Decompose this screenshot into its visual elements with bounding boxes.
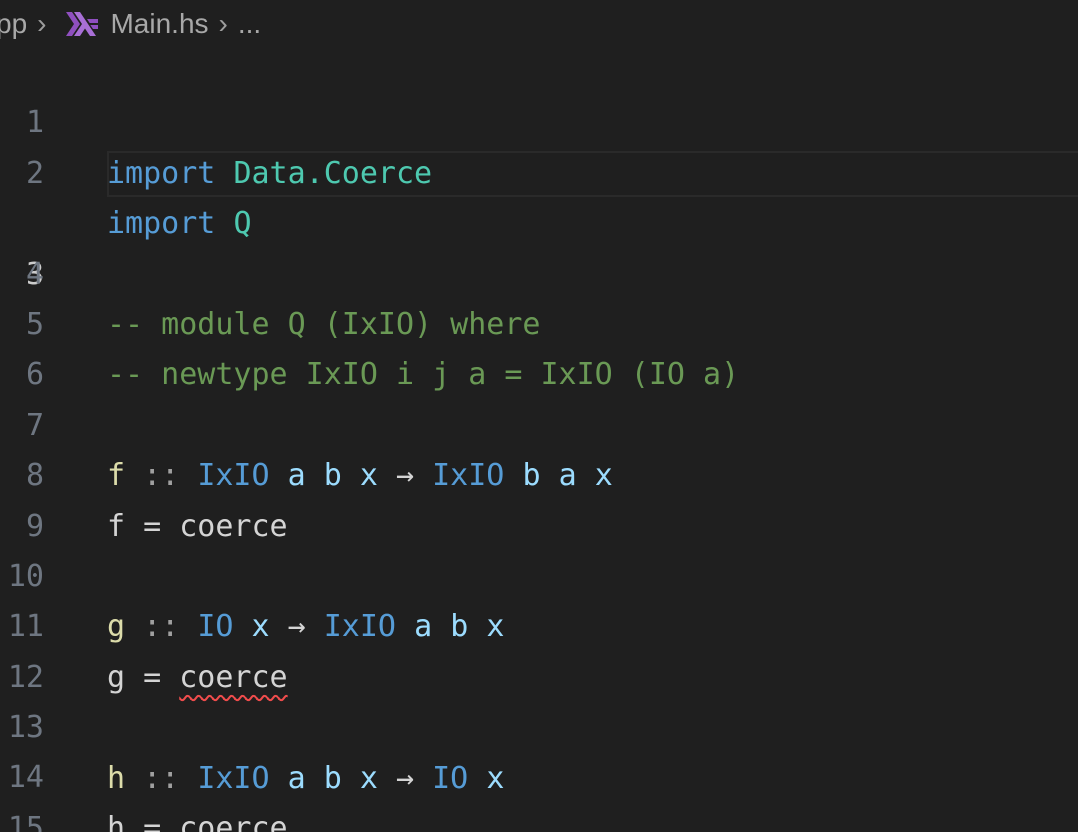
haskell-file-icon — [66, 10, 99, 38]
code-editor[interactable]: pp › Main.hs › ... 1 import Data.Coerce … — [0, 0, 1078, 832]
code-line[interactable]: 11 g = coerce — [0, 552, 1078, 694]
code-line[interactable]: 2 import Q — [0, 98, 1078, 241]
code-line[interactable]: 10 g :: IO x → IxIO a b x — [0, 502, 1078, 644]
chevron-right-icon: › — [37, 8, 47, 39]
code-line-current[interactable]: 3 — [0, 149, 1078, 292]
chevron-right-icon: › — [218, 8, 228, 39]
code-line[interactable]: 15 — [0, 753, 1078, 832]
code-line[interactable]: 7 f :: IxIO a b x → IxIO b a x — [0, 350, 1078, 493]
breadcrumb: pp › Main.hs › ... — [0, 0, 261, 48]
breadcrumb-file[interactable]: Main.hs — [110, 8, 208, 40]
code-line[interactable]: 8 f = coerce — [0, 401, 1078, 543]
code-line[interactable]: 6 — [0, 300, 1078, 392]
current-line-highlight — [107, 150, 1078, 198]
error-squiggle-token[interactable]: coerce — [179, 811, 287, 832]
code-line[interactable]: 9 — [0, 451, 1078, 544]
code-line[interactable]: 1 import Data.Coerce — [0, 48, 1078, 190]
breadcrumb-symbol[interactable]: ... — [238, 8, 261, 40]
code-line[interactable]: 12 — [0, 602, 1078, 695]
code-line[interactable]: 4 -- module Q (IxIO) where — [0, 199, 1078, 342]
code-token: h = — [107, 810, 180, 832]
code-line[interactable]: 13 h :: IxIO a b x → IO x — [0, 653, 1078, 795]
line-number: 15 — [7, 810, 44, 832]
code-line[interactable]: 5 -- newtype IxIO i j a = IxIO (IO a) — [0, 250, 1078, 392]
code-area[interactable]: 1 import Data.Coerce 2 import Q 3 4 -- m… — [0, 48, 1078, 832]
breadcrumb-parent[interactable]: pp — [0, 8, 27, 40]
line-content[interactable]: h = coerce — [107, 804, 288, 832]
code-line[interactable]: 14 h = coerce — [0, 703, 1078, 832]
